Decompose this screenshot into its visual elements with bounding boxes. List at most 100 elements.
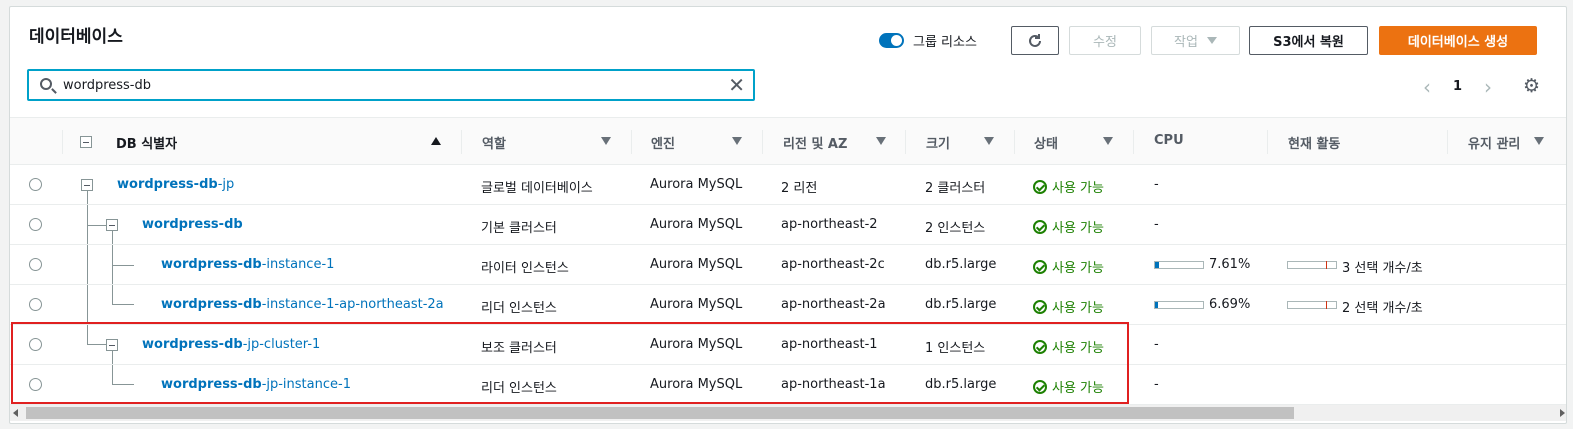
scrollbar-thumb[interactable] (26, 407, 1294, 419)
check-circle-icon (1033, 300, 1047, 314)
size-cell: 2 클러스터 (925, 181, 986, 196)
role-cell: 리더 인스턴스 (481, 301, 557, 316)
actions-dropdown[interactable]: 작업 (1151, 26, 1240, 55)
scroll-right-icon[interactable] (1560, 409, 1565, 417)
chevron-right-icon[interactable]: › (1484, 75, 1492, 99)
role-cell: 기본 클러스터 (481, 221, 557, 236)
activity-bar-marker (1326, 261, 1327, 269)
db-identifier-link[interactable]: wordpress-db-jp (117, 177, 234, 192)
collapse-icon[interactable] (106, 339, 118, 351)
db-identifier-link[interactable]: wordpress-db-jp-cluster-1 (142, 337, 320, 352)
role-cell: 리더 인스턴스 (481, 381, 557, 396)
row-radio[interactable] (29, 378, 42, 391)
search-input[interactable] (63, 75, 703, 95)
column-separator (762, 130, 763, 154)
region-cell: ap-northeast-1a (781, 377, 886, 392)
cpu-cell: - (1154, 217, 1159, 232)
column-db-identifier[interactable]: DB 식별자 (116, 133, 177, 152)
column-separator (905, 130, 906, 154)
role-cell: 라이터 인스턴스 (481, 261, 569, 276)
row-radio[interactable] (29, 298, 42, 311)
db-identifier-link[interactable]: wordpress-db-instance-1 (161, 257, 334, 272)
column-role[interactable]: 역할 (482, 133, 506, 152)
scroll-left-icon[interactable] (13, 409, 18, 417)
activity-value: 2 선택 개수/초 (1342, 301, 1423, 316)
activity-bar-marker (1326, 301, 1327, 309)
status-badge: 사용 가능 (1033, 177, 1104, 196)
region-cell: 2 리전 (781, 181, 818, 196)
status-badge: 사용 가능 (1033, 217, 1104, 236)
column-cpu[interactable]: CPU (1154, 133, 1184, 148)
table-row[interactable]: wordpress-db-instance-1-ap-northeast-2a … (10, 285, 1566, 325)
activity-value: 3 선택 개수/초 (1342, 261, 1423, 276)
sort-icon[interactable] (876, 137, 886, 145)
region-cell: ap-northeast-2c (781, 257, 885, 272)
actions-label: 작업 (1174, 35, 1198, 50)
db-identifier-link[interactable]: wordpress-db (142, 217, 243, 232)
db-identifier-link[interactable]: wordpress-db-instance-1-ap-northeast-2a (161, 297, 444, 312)
engine-cell: Aurora MySQL (650, 217, 743, 232)
column-separator (62, 130, 63, 154)
region-cell: ap-northeast-2 (781, 217, 878, 232)
sort-icon[interactable] (601, 137, 611, 145)
column-size[interactable]: 크기 (926, 133, 950, 152)
size-cell: 1 인스턴스 (925, 341, 986, 356)
check-circle-icon (1033, 340, 1047, 354)
sort-icon[interactable] (732, 137, 742, 145)
column-separator (1447, 130, 1448, 154)
collapse-all-icon[interactable] (80, 136, 92, 148)
table-row[interactable]: wordpress-db-jp-instance-1 리더 인스턴스 Auror… (10, 365, 1566, 405)
caret-down-icon (1206, 37, 1217, 44)
check-circle-icon (1033, 180, 1047, 194)
sort-icon[interactable] (1534, 137, 1544, 145)
table-row[interactable]: wordpress-db-instance-1 라이터 인스턴스 Aurora … (10, 245, 1566, 285)
sort-ascending-icon[interactable] (431, 137, 441, 145)
activity-bar (1287, 261, 1337, 269)
create-database-button[interactable]: 데이터베이스 생성 (1379, 26, 1537, 55)
size-cell: db.r5.large (925, 257, 997, 272)
refresh-button[interactable] (1011, 26, 1059, 55)
collapse-icon[interactable] (106, 219, 118, 231)
check-circle-icon (1033, 220, 1047, 234)
cpu-value: 6.69% (1209, 297, 1251, 312)
sort-icon[interactable] (1103, 137, 1113, 145)
column-region-az[interactable]: 리전 및 AZ (783, 133, 847, 152)
check-circle-icon (1033, 260, 1047, 274)
collapse-icon[interactable] (81, 179, 93, 191)
search-field[interactable]: ✕ (27, 69, 755, 101)
table-row[interactable]: wordpress-db-jp-cluster-1 보조 클러스터 Aurora… (10, 325, 1566, 365)
column-maintenance[interactable]: 유지 관리 (1468, 133, 1520, 152)
status-badge: 사용 가능 (1033, 337, 1104, 356)
region-cell: ap-northeast-2a (781, 297, 886, 312)
clear-icon[interactable]: ✕ (728, 73, 745, 97)
cpu-bar (1154, 261, 1204, 269)
cpu-cell: - (1154, 337, 1159, 352)
row-radio[interactable] (29, 178, 42, 191)
row-radio[interactable] (29, 338, 42, 351)
gear-icon[interactable]: ⚙ (1523, 75, 1540, 97)
db-identifier-link[interactable]: wordpress-db-jp-instance-1 (161, 377, 351, 392)
edit-button[interactable]: 수정 (1069, 26, 1141, 55)
table-header: DB 식별자 역할 엔진 리전 및 AZ 크기 상태 CPU 현재 활동 유지 … (10, 117, 1566, 165)
row-radio[interactable] (29, 258, 42, 271)
cpu-bar-fill (1155, 262, 1159, 268)
column-engine[interactable]: 엔진 (651, 133, 675, 152)
role-cell: 글로벌 데이터베이스 (481, 181, 593, 196)
refresh-icon (1029, 33, 1041, 47)
sort-icon[interactable] (984, 137, 994, 145)
restore-from-s3-button[interactable]: S3에서 복원 (1249, 26, 1368, 55)
column-status[interactable]: 상태 (1034, 133, 1058, 152)
role-cell: 보조 클러스터 (481, 341, 557, 356)
page-title: 데이터베이스 (29, 27, 123, 47)
row-radio[interactable] (29, 218, 42, 231)
chevron-left-icon[interactable]: ‹ (1423, 75, 1431, 99)
size-cell: db.r5.large (925, 377, 997, 392)
table-row[interactable]: wordpress-db 기본 클러스터 Aurora MySQL ap-nor… (10, 205, 1566, 245)
table-row[interactable]: wordpress-db-jp 글로벌 데이터베이스 Aurora MySQL … (10, 165, 1566, 205)
column-current-activity[interactable]: 현재 활동 (1288, 133, 1340, 152)
page-number[interactable]: 1 (1453, 79, 1462, 94)
horizontal-scrollbar[interactable] (10, 405, 1566, 421)
cpu-bar-fill (1155, 302, 1159, 308)
group-resources-label: 그룹 리소스 (913, 35, 977, 50)
group-resources-toggle[interactable] (879, 33, 904, 48)
